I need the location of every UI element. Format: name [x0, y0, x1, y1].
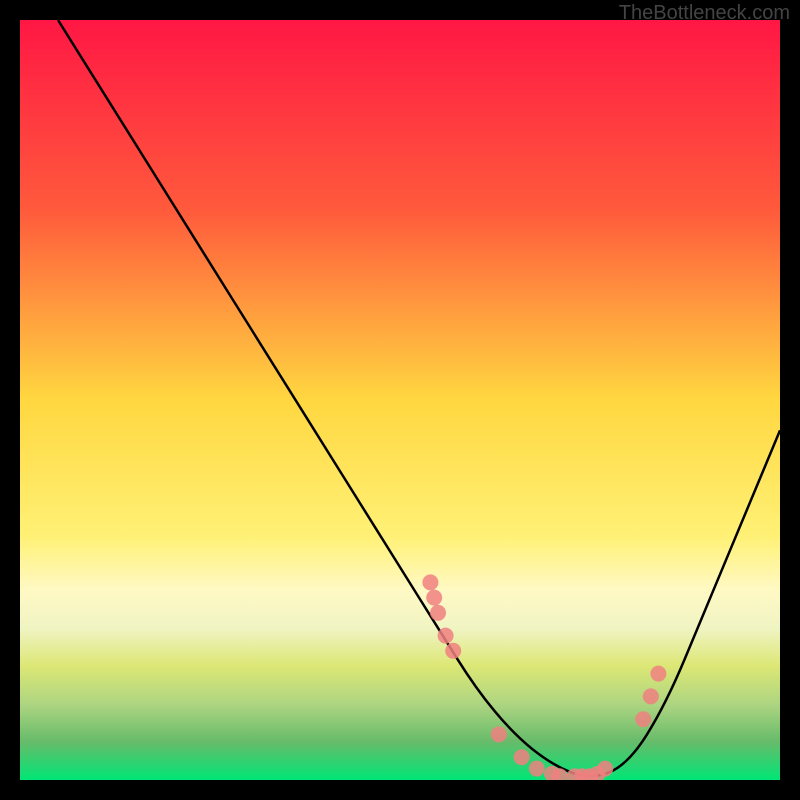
watermark-text: TheBottleneck.com	[619, 2, 790, 25]
plot-area	[20, 20, 780, 780]
data-point	[438, 628, 454, 644]
data-point	[643, 688, 659, 704]
data-point	[430, 605, 446, 621]
chart-svg	[20, 20, 780, 780]
data-point	[529, 761, 545, 777]
data-point	[445, 643, 461, 659]
data-point	[597, 761, 613, 777]
gradient-background	[20, 20, 780, 780]
data-point	[426, 590, 442, 606]
data-point	[422, 574, 438, 590]
data-point	[491, 726, 507, 742]
data-point	[635, 711, 651, 727]
chart-container: TheBottleneck.com	[0, 0, 800, 800]
data-point	[650, 666, 666, 682]
data-point	[514, 749, 530, 765]
